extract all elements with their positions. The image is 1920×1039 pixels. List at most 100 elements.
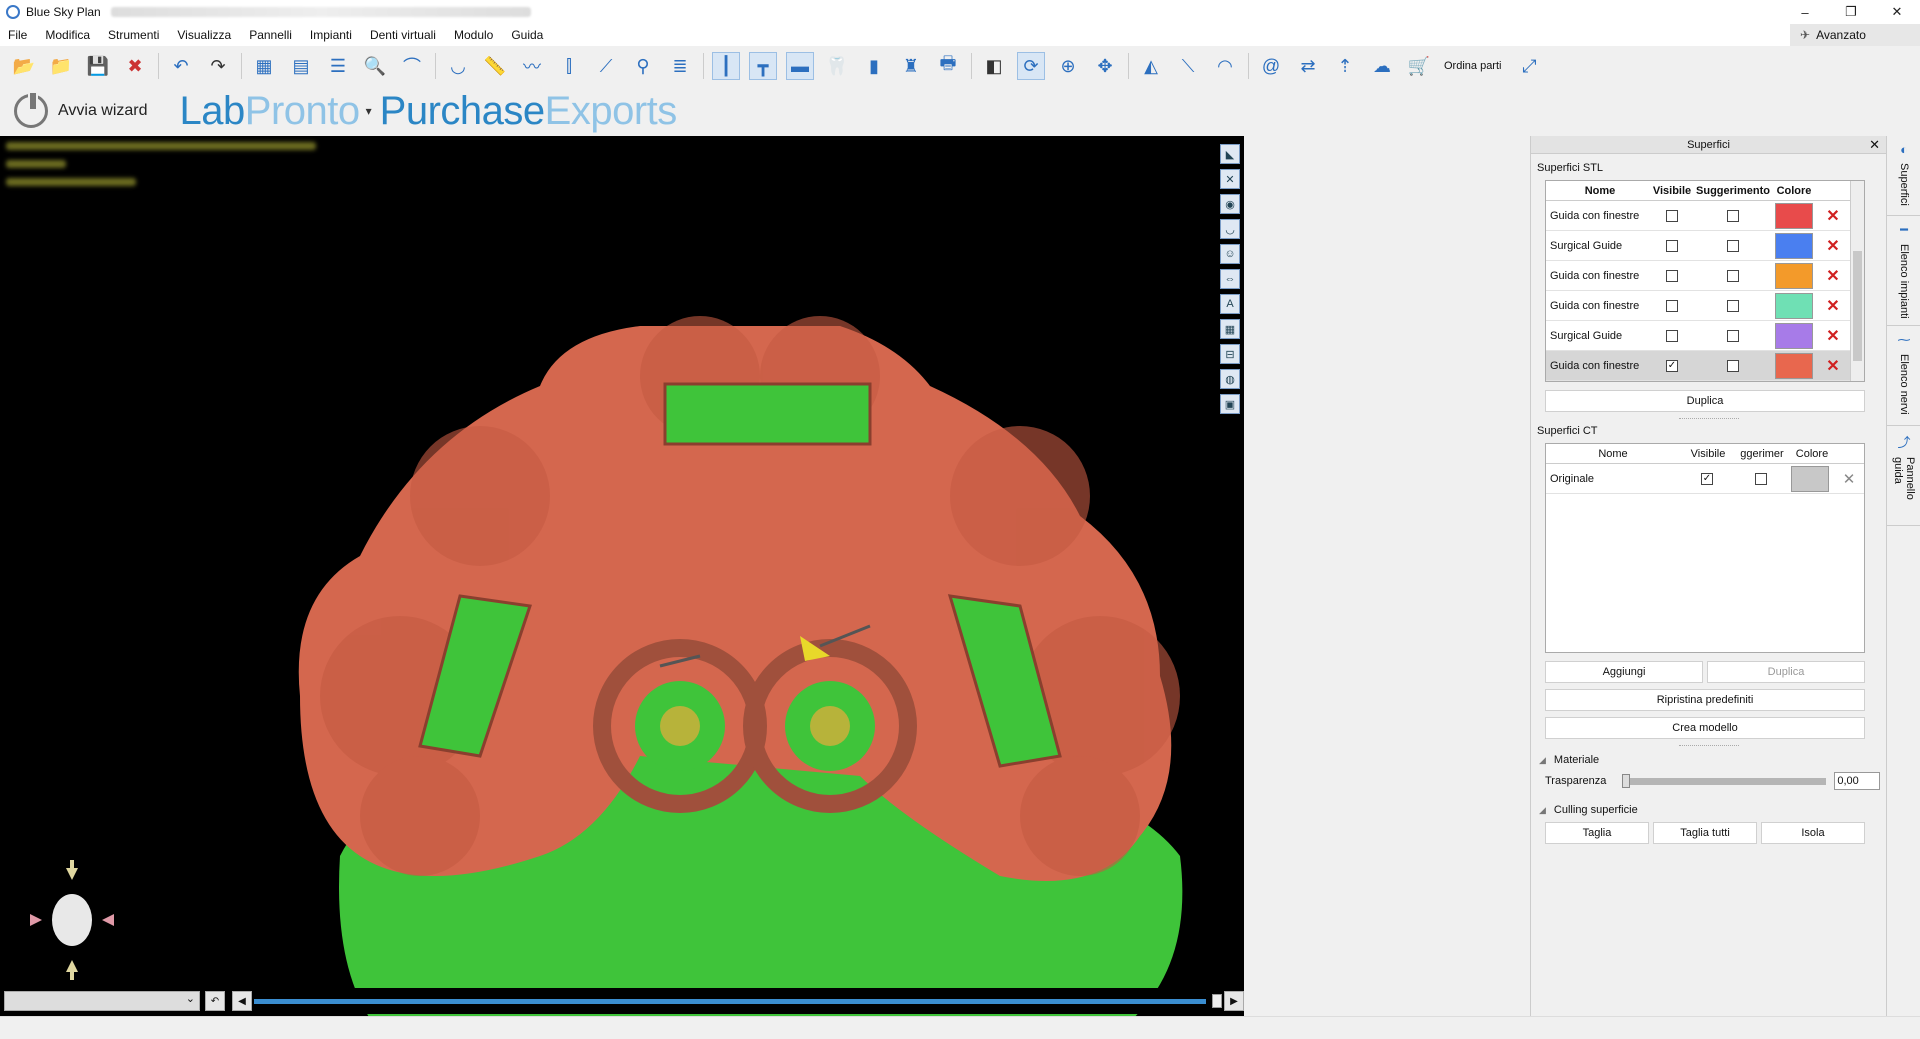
delete-icon[interactable]: ✕ <box>1816 206 1850 226</box>
upload-icon[interactable]: ⇡ <box>1331 52 1359 80</box>
view-patient-icon[interactable]: ☺ <box>1220 244 1240 264</box>
transparency-spinbox[interactable]: 0,00 <box>1834 772 1881 790</box>
stl-visible-checkbox[interactable] <box>1666 239 1678 252</box>
view-camera-icon[interactable]: ◍ <box>1220 369 1240 389</box>
slices-icon[interactable]: ▦ <box>250 52 278 80</box>
delete-icon[interactable]: ✕ <box>1816 266 1850 286</box>
orientation-navigator[interactable] <box>12 860 132 980</box>
duplicate-button[interactable]: Duplica <box>1545 390 1865 412</box>
stl-row[interactable]: Guida con finestre ✕ <box>1546 261 1864 291</box>
stl-hint-checkbox[interactable] <box>1727 329 1739 342</box>
swap-icon[interactable]: ⇄ <box>1294 52 1322 80</box>
ct-visible-checkbox[interactable]: ✓ <box>1700 472 1713 485</box>
add-button[interactable]: Aggiungi <box>1545 661 1703 683</box>
view-grid-icon[interactable]: ▦ <box>1220 319 1240 339</box>
delete-icon[interactable]: ✕ <box>1816 296 1850 316</box>
undo-icon[interactable]: ↶ <box>167 52 195 80</box>
col-color[interactable]: Colore <box>1772 185 1816 197</box>
teeth-set-icon[interactable]: ♜ <box>897 52 925 80</box>
stl-visible-checkbox[interactable] <box>1666 209 1678 222</box>
sleeve-icon[interactable]: ▮ <box>860 52 888 80</box>
stl-color-swatch[interactable] <box>1775 202 1813 229</box>
menu-visualizza[interactable]: Visualizza <box>168 28 240 42</box>
stl-hint-checkbox[interactable] <box>1727 299 1739 312</box>
cart-icon[interactable]: 🛒 <box>1405 52 1433 80</box>
stl-table-scrollbar[interactable] <box>1850 181 1864 381</box>
curve-icon[interactable]: ⌒ <box>398 52 426 80</box>
slice-slider-thumb[interactable] <box>1212 994 1222 1008</box>
stl-visible-checkbox[interactable] <box>1666 269 1678 282</box>
zoom-search-icon[interactable]: 🔍 <box>361 52 389 80</box>
stl-color-swatch[interactable] <box>1775 292 1813 319</box>
menu-modifica[interactable]: Modifica <box>36 28 99 42</box>
menu-file[interactable]: File <box>0 28 36 42</box>
panorex-icon[interactable]: ▤ <box>287 52 315 80</box>
labpronto-logo[interactable]: LabPronto <box>180 89 361 134</box>
line-measure-icon[interactable]: ⟍ <box>1174 52 1202 80</box>
material-section-toggle[interactable]: ◢ Materiale <box>1539 754 1886 766</box>
tab-elenco-nervi[interactable]: ⁓ Elenco nervi <box>1887 326 1920 426</box>
nerve-icon[interactable]: 〰 <box>518 52 546 80</box>
advanced-mode-button[interactable]: ✈ Avanzato <box>1790 24 1920 46</box>
ct-col-color[interactable]: Colore <box>1788 448 1836 460</box>
expand-icon[interactable]: ⤢ <box>1515 52 1543 80</box>
stl-hint-checkbox[interactable] <box>1727 239 1739 252</box>
minimize-button[interactable]: – <box>1782 0 1828 24</box>
ct-col-hint[interactable]: ggerimer <box>1736 448 1788 460</box>
stl-visible-checkbox[interactable] <box>1666 299 1678 312</box>
spiral-icon[interactable]: @ <box>1257 52 1285 80</box>
stl-hint-checkbox[interactable] <box>1727 209 1739 222</box>
ct-col-visible[interactable]: Visibile <box>1680 448 1736 460</box>
duplicate-ct-button[interactable]: Duplica <box>1707 661 1865 683</box>
view-split-icon[interactable]: ⊟ <box>1220 344 1240 364</box>
menu-impianti[interactable]: Impianti <box>301 28 361 42</box>
menu-strumenti[interactable]: Strumenti <box>99 28 168 42</box>
view-arch-icon[interactable]: ◡ <box>1220 219 1240 239</box>
zoom-icon[interactable]: ⊕ <box>1054 52 1082 80</box>
close-file-icon[interactable]: ✖ <box>121 52 149 80</box>
stl-row[interactable]: Guida con finestre ✕ <box>1546 291 1864 321</box>
col-visible[interactable]: Visibile <box>1650 185 1694 197</box>
redo-icon[interactable]: ↷ <box>204 52 232 80</box>
ruler-icon[interactable]: 📏 <box>481 52 509 80</box>
stl-row[interactable]: Guida con finestre ✕ <box>1546 201 1864 231</box>
menu-denti-virtuali[interactable]: Denti virtuali <box>361 28 445 42</box>
purchase-exports-logo[interactable]: PurchaseExports <box>380 89 678 134</box>
menu-modulo[interactable]: Modulo <box>445 28 502 42</box>
ct-col-name[interactable]: Nome <box>1546 448 1680 460</box>
measure-icon[interactable]: ⟋ <box>592 52 620 80</box>
stl-hint-checkbox[interactable] <box>1727 269 1739 282</box>
open-icon[interactable]: 📂 <box>10 52 38 80</box>
stl-visible-checkbox[interactable]: ✓ <box>1666 359 1678 372</box>
ct-delete-icon[interactable]: ✕ <box>1834 470 1864 488</box>
tab-elenco-impianti[interactable]: ━ Elenco impianti <box>1887 216 1920 326</box>
stl-visible-checkbox[interactable] <box>1666 329 1678 342</box>
histogram-icon[interactable]: ◭ <box>1137 52 1165 80</box>
view-select-dropdown[interactable] <box>4 991 200 1011</box>
view-top-icon[interactable]: ◉ <box>1220 194 1240 214</box>
col-hint[interactable]: Suggerimento <box>1694 185 1772 197</box>
view-annotate-icon[interactable]: A <box>1220 294 1240 314</box>
cut-button[interactable]: Taglia <box>1545 822 1649 844</box>
stl-color-swatch[interactable] <box>1775 322 1813 349</box>
view-reset-icon[interactable]: ⇔ <box>1220 269 1240 289</box>
stl-color-swatch[interactable] <box>1775 352 1813 379</box>
implant-icon[interactable]: ⫿ <box>555 52 583 80</box>
undo-slice-icon[interactable]: ↶ <box>205 991 225 1011</box>
cut-all-button[interactable]: Taglia tutti <box>1653 822 1757 844</box>
angle-icon[interactable]: ◠ <box>1211 52 1239 80</box>
col-name[interactable]: Nome <box>1546 185 1650 197</box>
gradient-icon[interactable]: ◧ <box>980 52 1008 80</box>
logo-dropdown-icon[interactable]: ▾ <box>366 104 372 118</box>
transparency-slider[interactable] <box>1622 773 1827 788</box>
stl-row[interactable]: Guida con finestre ✓ ✕ <box>1546 351 1864 381</box>
stl-row[interactable]: Surgical Guide ✕ <box>1546 231 1864 261</box>
delete-icon[interactable]: ✕ <box>1816 326 1850 346</box>
abutment-icon[interactable]: ┳ <box>749 52 777 80</box>
restore-defaults-button[interactable]: Ripristina predefiniti <box>1545 689 1865 711</box>
ct-color-swatch[interactable] <box>1791 465 1830 492</box>
save-icon[interactable]: 💾 <box>84 52 112 80</box>
cloud-icon[interactable]: ☁ <box>1368 52 1396 80</box>
slice-slider-track[interactable] <box>254 999 1206 1004</box>
implant-view-icon[interactable]: ┃ <box>712 52 740 80</box>
